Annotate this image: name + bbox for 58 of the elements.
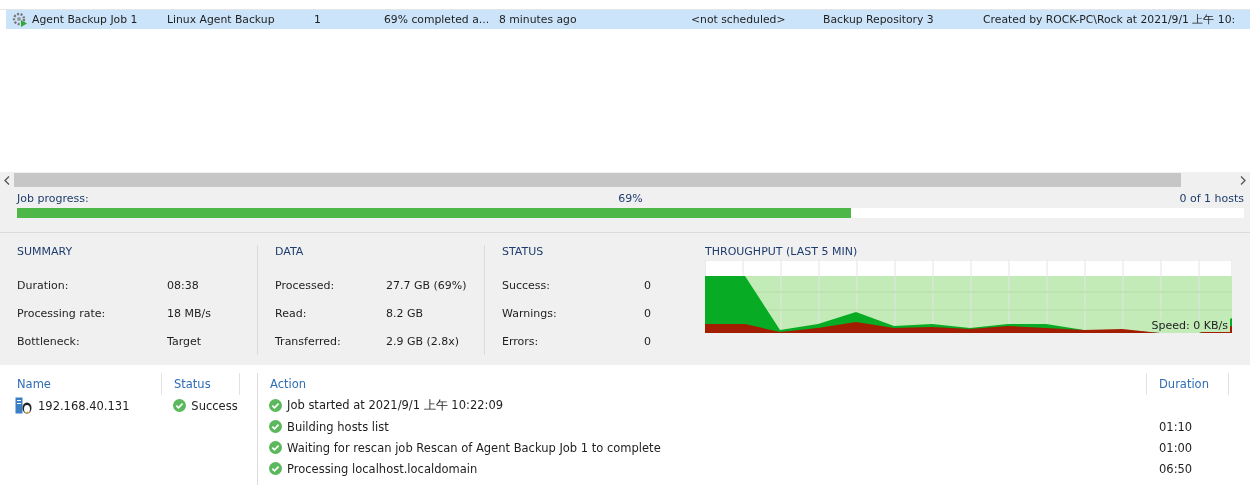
stat-label: Warnings:	[502, 306, 558, 320]
stat-label: Transferred:	[275, 334, 342, 348]
stat-value: 0	[644, 278, 652, 292]
scroll-right-icon[interactable]	[1240, 175, 1246, 185]
table-cell: 69% completed a...	[384, 13, 490, 26]
table-cell: Agent Backup Job 1	[32, 13, 138, 26]
success-check-icon	[269, 420, 282, 433]
stat-label: Processing rate:	[17, 306, 107, 320]
table-cell: <not scheduled>	[691, 13, 786, 26]
success-check-icon	[173, 399, 187, 412]
host-status: Success	[191, 398, 238, 413]
speed-reading: Speed: 0 KB/s	[1149, 319, 1230, 332]
section-title: DATA	[275, 245, 305, 260]
stat-label: Errors:	[502, 334, 540, 348]
section-title: SUMMARY	[17, 245, 74, 260]
success-check-icon	[269, 441, 282, 454]
success-check-icon	[269, 399, 282, 412]
stat-value: 27.7 GB (69%)	[386, 278, 468, 292]
table-cell: Created by ROCK-PC\Rock at 2021/9/1 上午 10:	[983, 12, 1236, 27]
stat-value: 0	[644, 334, 652, 348]
progress-percent: 69%	[618, 192, 643, 205]
log-duration: 01:00	[1159, 440, 1193, 455]
stat-value: 0	[644, 306, 652, 320]
log-duration: 06:50	[1159, 461, 1193, 476]
column-header[interactable]: Status	[174, 373, 239, 395]
log-duration: 01:10	[1159, 419, 1193, 434]
column-header[interactable]: Action	[270, 373, 1146, 395]
table-cell: 1	[314, 13, 321, 26]
scroll-left-icon[interactable]	[4, 175, 10, 185]
stat-value: 08:38	[167, 278, 200, 292]
hosts-count: 0 of 1 hosts	[1179, 192, 1244, 205]
stat-label: Read:	[275, 306, 308, 320]
stat-value: Target	[167, 334, 203, 348]
host-name: 192.168.40.131	[38, 398, 130, 413]
horizontal-scrollbar[interactable]	[0, 172, 1250, 188]
stat-label: Processed:	[275, 278, 336, 292]
progress-label: Job progress:	[17, 192, 90, 205]
success-check-icon	[269, 462, 282, 475]
gear-play-icon	[12, 12, 28, 27]
stat-label: Success:	[502, 278, 551, 292]
stat-value: 18 MB/s	[167, 306, 212, 320]
linux-server-icon	[15, 397, 33, 414]
table-cell: Linux Agent Backup	[167, 13, 275, 26]
section-title: STATUS	[502, 245, 545, 260]
log-action: Building hosts list	[287, 419, 389, 434]
table-cell: 8 minutes ago	[499, 13, 577, 26]
log-action: Processing localhost.localdomain	[287, 461, 478, 476]
log-action: Waiting for rescan job Rescan of Agent Backup Job 1 to complete	[287, 440, 661, 455]
stat-value: 2.9 GB (2.8x)	[386, 334, 461, 348]
stat-value: 8.2 GB	[386, 306, 425, 320]
stat-label: Bottleneck:	[17, 334, 81, 348]
table-cell: Backup Repository 3	[823, 13, 934, 26]
section-title: THROUGHPUT (LAST 5 MIN)	[705, 245, 859, 258]
log-action: Job started at 2021/9/1 上午 10:22:09	[287, 398, 504, 413]
stat-label: Duration:	[17, 278, 70, 292]
column-header[interactable]: Name	[17, 373, 161, 395]
job-row[interactable]: Agent Backup Job 1 Linux Agent Backup 1 69% completed a... 8 minutes ago <not scheduled> Backup Repository 3 Created by ROCK-PC\Rock at 2021/9/1 上午 10:	[6, 10, 1250, 29]
column-header[interactable]: Duration	[1159, 373, 1228, 395]
